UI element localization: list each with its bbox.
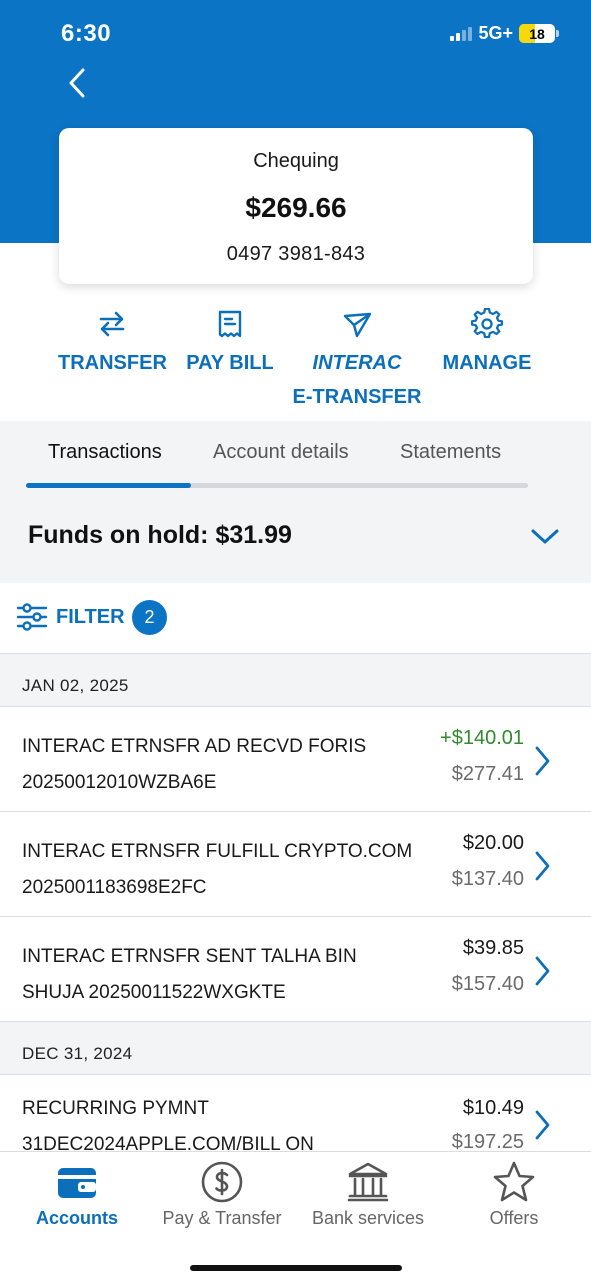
tab-account-details[interactable]: Account details: [213, 441, 349, 464]
signal-icon: [450, 26, 473, 41]
receipt-icon: [218, 310, 242, 338]
filter-button[interactable]: FILTER: [16, 601, 125, 633]
sliders-icon: [16, 603, 48, 631]
battery-icon: 18: [519, 24, 559, 43]
tab-active-indicator: [26, 483, 191, 488]
tab-transactions[interactable]: Transactions: [48, 441, 162, 464]
transaction-amount: $10.49: [462, 1097, 524, 1119]
account-name: Chequing: [253, 150, 339, 172]
home-indicator: [190, 1265, 402, 1271]
send-icon: [343, 312, 372, 338]
account-number: 0497 3981-843: [226, 243, 366, 265]
dollar-circle-icon: [201, 1161, 243, 1203]
transaction-row[interactable]: INTERAC ETRNSFR FULFILL CRYPTO.COM 20250…: [0, 812, 591, 917]
transaction-row[interactable]: INTERAC ETRNSFR SENT TALHA BIN SHUJA 202…: [0, 917, 591, 1022]
transaction-line2: 2025001183698E2FC: [22, 877, 207, 898]
date-label: JAN 02, 2025: [22, 676, 129, 695]
transaction-line1: INTERAC ETRNSFR SENT TALHA BIN: [22, 946, 357, 967]
date-label: DEC 31, 2024: [22, 1044, 133, 1063]
account-summary-card: Chequing $269.66 0497 3981-843: [59, 128, 533, 284]
status-time: 6:30: [61, 20, 112, 47]
date-header: JAN 02, 2025: [0, 653, 591, 707]
battery-level: 18: [529, 25, 545, 42]
filter-row: FILTER 2: [0, 583, 591, 653]
date-header: DEC 31, 2024: [0, 1021, 591, 1075]
interac-label: INTERAC: [312, 352, 402, 374]
chevron-left-icon: [69, 68, 85, 98]
chevron-right-icon: [535, 851, 550, 881]
transaction-description: INTERAC ETRNSFR SENT TALHA BIN SHUJA 202…: [22, 939, 422, 1011]
transaction-amount: $20.00: [462, 832, 524, 854]
tab-statements[interactable]: Statements: [400, 441, 501, 464]
nav-pay-transfer[interactable]: Pay & Transfer: [160, 1160, 284, 1229]
transfer-label: TRANSFER: [58, 352, 167, 374]
nav-bank-services[interactable]: Bank services: [310, 1160, 426, 1229]
transaction-amount: $39.85: [462, 937, 524, 959]
chevron-right-icon: [535, 746, 550, 776]
manage-button[interactable]: MANAGE: [440, 308, 534, 380]
star-icon: [493, 1161, 535, 1202]
nav-bank-services-label: Bank services: [311, 1208, 425, 1228]
funds-expand-button[interactable]: [530, 525, 560, 549]
account-balance: $269.66: [245, 192, 347, 223]
transaction-amount: +$140.01: [440, 727, 524, 749]
chevron-right-icon: [535, 956, 550, 986]
nav-accounts[interactable]: Accounts: [30, 1160, 124, 1229]
bottom-navigation: Accounts Pay & Transfer Bank services Of…: [0, 1151, 591, 1280]
pay-bill-button[interactable]: PAY BILL: [185, 308, 275, 380]
gear-icon: [471, 308, 503, 339]
transaction-row[interactable]: INTERAC ETRNSFR AD RECVD FORIS 202500120…: [0, 707, 591, 812]
transaction-line2: 20250012010WZBA6E: [22, 772, 217, 793]
transaction-description: INTERAC ETRNSFR FULFILL CRYPTO.COM 20250…: [22, 834, 422, 906]
manage-label: MANAGE: [442, 352, 532, 374]
transfer-icon: [99, 311, 125, 337]
wallet-icon: [58, 1168, 96, 1198]
filter-count-badge: 2: [132, 600, 167, 635]
status-indicators: 5G+ 18: [450, 23, 559, 44]
transaction-balance: $137.40: [451, 868, 524, 890]
quick-actions: TRANSFER PAY BILL INTERAC E-TRANSFER MAN…: [0, 300, 591, 420]
transaction-line1: RECURRING PYMNT: [22, 1098, 209, 1119]
filter-label: FILTER: [56, 605, 125, 628]
back-button[interactable]: [62, 66, 92, 100]
transfer-button[interactable]: TRANSFER: [58, 308, 167, 380]
pay-bill-label: PAY BILL: [186, 352, 274, 374]
tabs-section: Transactions Account details Statements …: [0, 421, 591, 583]
bank-icon: [347, 1162, 389, 1202]
funds-on-hold: Funds on hold: $31.99: [28, 521, 292, 549]
transaction-description: INTERAC ETRNSFR AD RECVD FORIS 202500120…: [22, 729, 422, 801]
chevron-down-icon: [531, 529, 559, 544]
nav-accounts-label: Accounts: [35, 1208, 118, 1228]
transaction-balance: $277.41: [451, 763, 524, 785]
nav-offers-label: Offers: [489, 1208, 539, 1228]
transaction-line1: INTERAC ETRNSFR FULFILL CRYPTO.COM: [22, 841, 413, 862]
transaction-balance: $157.40: [451, 973, 524, 995]
transaction-line1: INTERAC ETRNSFR AD RECVD FORIS: [22, 736, 367, 757]
status-bar: 6:30 5G+ 18: [0, 0, 591, 66]
nav-offers[interactable]: Offers: [474, 1160, 554, 1229]
etransfer-label: E-TRANSFER: [292, 386, 422, 408]
network-label: 5G+: [478, 23, 513, 43]
transaction-line2: SHUJA 20250011522WXGKTE: [22, 982, 286, 1003]
nav-pay-transfer-label: Pay & Transfer: [162, 1208, 282, 1228]
interac-etransfer-button[interactable]: INTERAC E-TRANSFER: [292, 308, 422, 414]
chevron-right-icon: [535, 1110, 550, 1140]
